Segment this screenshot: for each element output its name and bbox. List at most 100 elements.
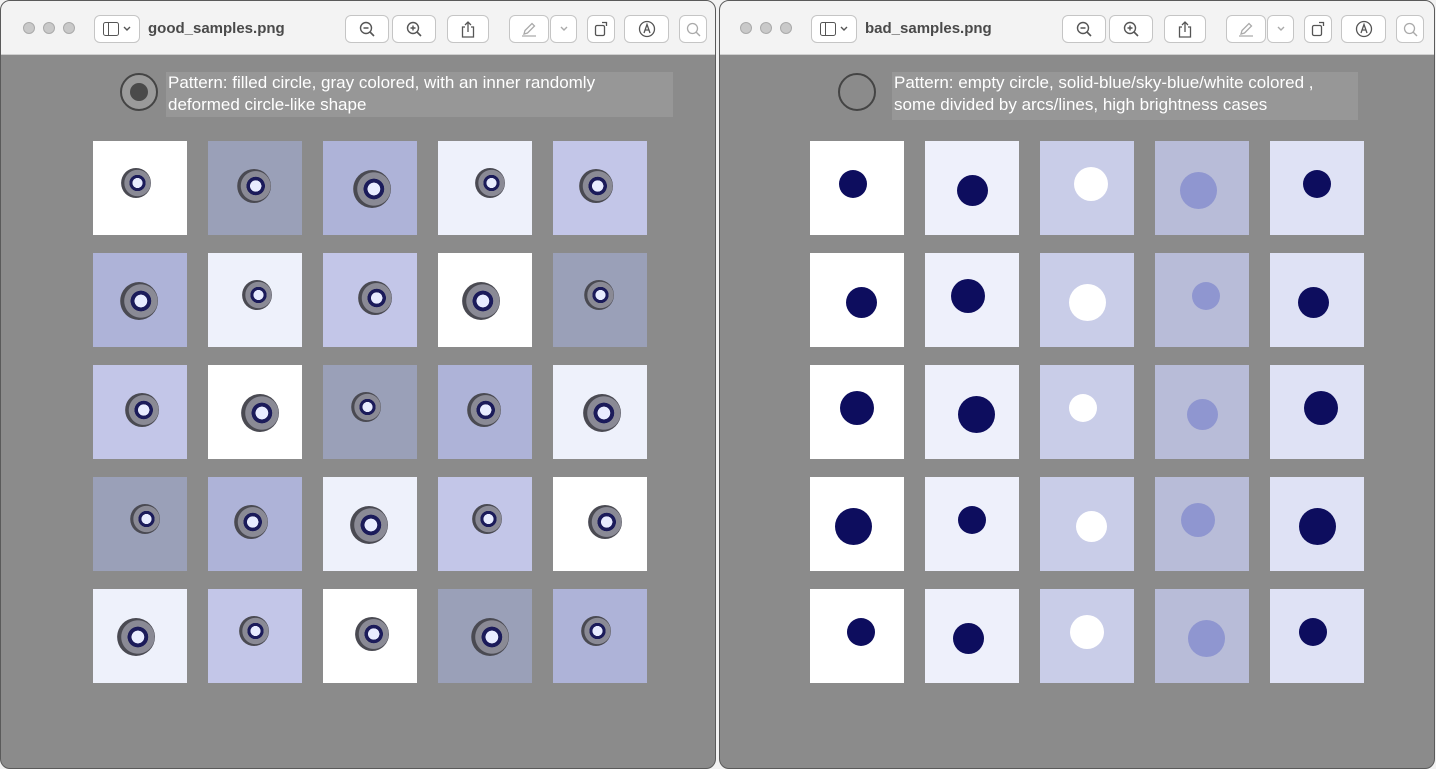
empty-circle-sample xyxy=(1297,286,1329,318)
filled-circle-sample xyxy=(352,170,391,208)
filled-circle-sample xyxy=(357,281,392,315)
bad-sample-thumbnail xyxy=(925,141,1019,235)
minimize-window-button[interactable] xyxy=(43,22,55,34)
pattern-description-line2: some divided by arcs/lines, high brightn… xyxy=(894,95,1268,114)
empty-circle-sample xyxy=(952,622,984,654)
good-sample-thumbnail xyxy=(438,141,532,235)
filled-circle-sample xyxy=(470,618,509,656)
empty-circle-sample xyxy=(1069,394,1097,422)
empty-circle-sample xyxy=(958,506,986,534)
empty-circle-icon xyxy=(838,73,876,111)
filled-circle-sample xyxy=(349,506,388,544)
empty-circle-sample xyxy=(1303,170,1331,198)
good-sample-thumbnail xyxy=(93,589,187,683)
filled-circle-sample xyxy=(124,393,159,427)
rotate-button[interactable] xyxy=(587,15,615,43)
bad-sample-thumbnail xyxy=(925,477,1019,571)
filled-circle-icon xyxy=(120,73,158,111)
share-icon xyxy=(461,20,475,38)
markup-pen-button[interactable] xyxy=(1226,15,1266,43)
zoom-out-button[interactable] xyxy=(345,15,389,43)
good-sample-thumbnail xyxy=(93,365,187,459)
search-button[interactable] xyxy=(1396,15,1424,43)
sidebar-icon xyxy=(103,22,119,36)
minimize-window-button[interactable] xyxy=(760,22,772,34)
filled-circle-sample xyxy=(354,617,389,651)
zoom-out-button[interactable] xyxy=(1062,15,1106,43)
bad-sample-thumbnail xyxy=(1155,477,1249,571)
good-sample-thumbnail xyxy=(323,365,417,459)
window-toolbar: good_samples.png xyxy=(1,1,715,55)
bad-sample-thumbnail xyxy=(810,589,904,683)
zoom-in-icon xyxy=(406,21,422,37)
empty-circle-sample xyxy=(1304,391,1338,425)
markup-toolbar-button[interactable] xyxy=(1341,15,1386,43)
empty-circle-sample xyxy=(951,279,985,313)
zoom-window-button[interactable] xyxy=(63,22,75,34)
filled-circle-sample xyxy=(471,504,502,534)
empty-circle-sample xyxy=(1074,167,1108,201)
bad-sample-thumbnail xyxy=(1040,365,1134,459)
good-sample-thumbnail xyxy=(553,589,647,683)
pattern-description: Pattern: empty circle, solid-blue/sky-bl… xyxy=(892,72,1358,120)
rotate-button[interactable] xyxy=(1304,15,1332,43)
share-button[interactable] xyxy=(447,15,489,43)
filled-circle-sample xyxy=(119,282,158,320)
filled-circle-sample xyxy=(350,392,381,422)
markup-toolbar-button[interactable] xyxy=(624,15,669,43)
zoom-in-button[interactable] xyxy=(1109,15,1153,43)
empty-circle-sample xyxy=(834,507,872,545)
sidebar-icon xyxy=(820,22,836,36)
good-sample-thumbnail xyxy=(208,253,302,347)
good-sample-thumbnail xyxy=(553,141,647,235)
sidebar-toggle-button[interactable] xyxy=(94,15,140,43)
zoom-out-icon xyxy=(359,21,375,37)
close-window-button[interactable] xyxy=(740,22,752,34)
bad-sample-thumbnail xyxy=(1155,141,1249,235)
empty-circle-sample xyxy=(1068,283,1106,321)
pattern-description-line1: Pattern: filled circle, gray colored, wi… xyxy=(168,73,596,92)
good-sample-thumbnail xyxy=(438,589,532,683)
empty-circle-sample xyxy=(1179,171,1217,209)
markup-icon xyxy=(638,20,655,38)
bad-sample-thumbnail xyxy=(1270,141,1364,235)
empty-circle-sample xyxy=(839,170,867,198)
zoom-window-button[interactable] xyxy=(780,22,792,34)
markup-options-button[interactable] xyxy=(550,15,577,43)
filled-circle-sample xyxy=(233,505,268,539)
markup-options-button[interactable] xyxy=(1267,15,1294,43)
search-icon xyxy=(1403,22,1417,36)
empty-circle-sample xyxy=(957,395,995,433)
empty-circle-sample xyxy=(840,391,874,425)
filled-circle-sample xyxy=(129,504,160,534)
empty-circle-sample xyxy=(847,618,875,646)
empty-circle-sample xyxy=(1187,619,1225,657)
sidebar-toggle-button[interactable] xyxy=(811,15,857,43)
empty-circle-sample xyxy=(1070,615,1104,649)
image-canvas: Pattern: filled circle, gray colored, wi… xyxy=(1,55,715,768)
good-sample-thumbnail xyxy=(208,141,302,235)
good-sample-thumbnail xyxy=(553,253,647,347)
bad-sample-thumbnail xyxy=(810,253,904,347)
empty-circle-sample xyxy=(1186,398,1218,430)
good-sample-thumbnail xyxy=(323,477,417,571)
bad-sample-thumbnail xyxy=(1040,589,1134,683)
pattern-description: Pattern: filled circle, gray colored, wi… xyxy=(166,72,673,117)
share-button[interactable] xyxy=(1164,15,1206,43)
filled-circle-sample xyxy=(461,282,500,320)
empty-circle-sample xyxy=(845,286,877,318)
search-button[interactable] xyxy=(679,15,707,43)
bad-sample-thumbnail xyxy=(925,589,1019,683)
filled-circle-sample xyxy=(120,168,151,198)
empty-circle-sample xyxy=(1075,510,1107,542)
bad-sample-thumbnail xyxy=(1270,365,1364,459)
good-sample-thumbnail xyxy=(323,589,417,683)
markup-pen-button[interactable] xyxy=(509,15,549,43)
zoom-out-icon xyxy=(1076,21,1092,37)
zoom-in-button[interactable] xyxy=(392,15,436,43)
good-sample-thumbnail xyxy=(93,253,187,347)
close-window-button[interactable] xyxy=(23,22,35,34)
chevron-down-icon xyxy=(560,26,567,31)
bad-sample-thumbnail xyxy=(1040,253,1134,347)
filled-circle-sample xyxy=(466,393,501,427)
